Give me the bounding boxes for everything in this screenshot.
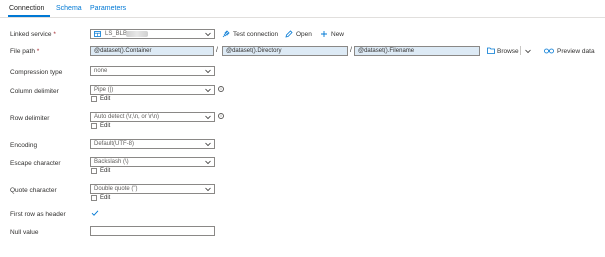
container-input[interactable]: @dataset().Container (90, 46, 214, 56)
encoding-label: Encoding (10, 142, 38, 149)
escape-character-value: Backslash (\) (94, 159, 129, 165)
column-delimiter-edit-checkbox[interactable] (91, 96, 97, 102)
directory-input[interactable]: @dataset().Directory (222, 46, 348, 56)
required-marker: * (36, 48, 40, 55)
compression-type-value: none (94, 68, 108, 74)
folder-icon[interactable] (487, 47, 495, 54)
compression-type-label: Compression type (10, 69, 63, 76)
first-row-header-label: First row as header (10, 211, 66, 218)
row-delimiter-value: Auto detect (\r,\n, or \r\n) (94, 114, 160, 120)
test-connection-icon[interactable] (222, 30, 230, 38)
encoding-dropdown[interactable]: Default(UTF-8) (90, 139, 215, 149)
row-delimiter-edit-label: Edit (100, 123, 111, 129)
tab-bar: Connection Schema Parameters (0, 0, 605, 17)
linked-service-value: LS_BLB (105, 31, 128, 37)
glasses-icon[interactable] (544, 47, 554, 54)
tab-divider (0, 17, 605, 18)
escape-character-edit-label: Edit (100, 168, 111, 174)
first-row-header-checkbox[interactable] (91, 209, 99, 217)
required-marker: * (53, 31, 56, 38)
preview-data-button[interactable]: Preview data (557, 48, 595, 55)
checkmark-icon (91, 210, 99, 216)
linked-service-label: Linked service * (10, 31, 56, 38)
path-separator: / (350, 47, 352, 54)
info-icon[interactable]: i (218, 86, 224, 92)
quote-character-dropdown[interactable]: Double quote (") (90, 184, 215, 194)
row-delimiter-label: Row delimiter (10, 115, 50, 122)
file-path-label: File path * (10, 48, 39, 55)
chevron-down-icon (204, 86, 212, 94)
redacted-text (126, 31, 148, 37)
column-delimiter-dropdown[interactable]: Pipe (|) (90, 85, 215, 95)
browse-button[interactable]: Browse (497, 48, 519, 55)
container-value: @dataset().Container (94, 48, 152, 54)
null-value-label: Null value (10, 229, 39, 236)
pencil-icon[interactable] (285, 30, 293, 38)
quote-character-edit-label: Edit (100, 195, 111, 201)
quote-character-value: Double quote (") (94, 186, 138, 192)
encoding-value: Default(UTF-8) (94, 141, 135, 147)
linked-service-dropdown[interactable]: LS_BLB (90, 29, 215, 39)
directory-value: @dataset().Directory (226, 48, 282, 54)
chevron-down-icon (204, 140, 212, 148)
chevron-down-icon[interactable] (524, 47, 532, 55)
tab-connection[interactable]: Connection (9, 5, 44, 12)
escape-character-dropdown[interactable]: Backslash (\) (90, 157, 215, 167)
test-connection-button[interactable]: Test connection (233, 31, 278, 38)
chevron-down-icon (204, 158, 212, 166)
chevron-down-icon (204, 113, 212, 121)
file-path-label-text: File path (10, 48, 35, 55)
tab-parameters[interactable]: Parameters (90, 5, 126, 12)
chevron-down-icon (204, 67, 212, 75)
chevron-down-icon (204, 185, 212, 193)
path-separator: / (216, 47, 218, 54)
info-icon[interactable]: i (218, 113, 224, 119)
filename-input[interactable]: @dataset().Filename (354, 46, 480, 56)
column-delimiter-edit-label: Edit (100, 96, 111, 102)
column-delimiter-label: Column delimiter (10, 88, 59, 95)
table-icon (94, 31, 101, 37)
escape-character-label: Escape character (10, 160, 61, 167)
null-value-input[interactable] (90, 226, 215, 236)
open-button[interactable]: Open (296, 31, 312, 38)
tab-schema[interactable]: Schema (56, 5, 82, 12)
quote-character-label: Quote character (10, 187, 57, 194)
linked-service-label-text: Linked service (10, 31, 52, 38)
quote-character-edit-checkbox[interactable] (91, 195, 97, 201)
chevron-down-icon (204, 30, 212, 38)
compression-type-dropdown[interactable]: none (90, 66, 215, 76)
column-delimiter-value: Pipe (|) (94, 87, 114, 93)
filename-value: @dataset().Filename (358, 48, 415, 54)
row-delimiter-edit-checkbox[interactable] (91, 123, 97, 129)
row-delimiter-dropdown[interactable]: Auto detect (\r,\n, or \r\n) (90, 112, 215, 122)
new-button[interactable]: New (331, 31, 344, 38)
escape-character-edit-checkbox[interactable] (91, 168, 97, 174)
plus-icon[interactable] (320, 30, 328, 38)
divider (520, 46, 521, 55)
